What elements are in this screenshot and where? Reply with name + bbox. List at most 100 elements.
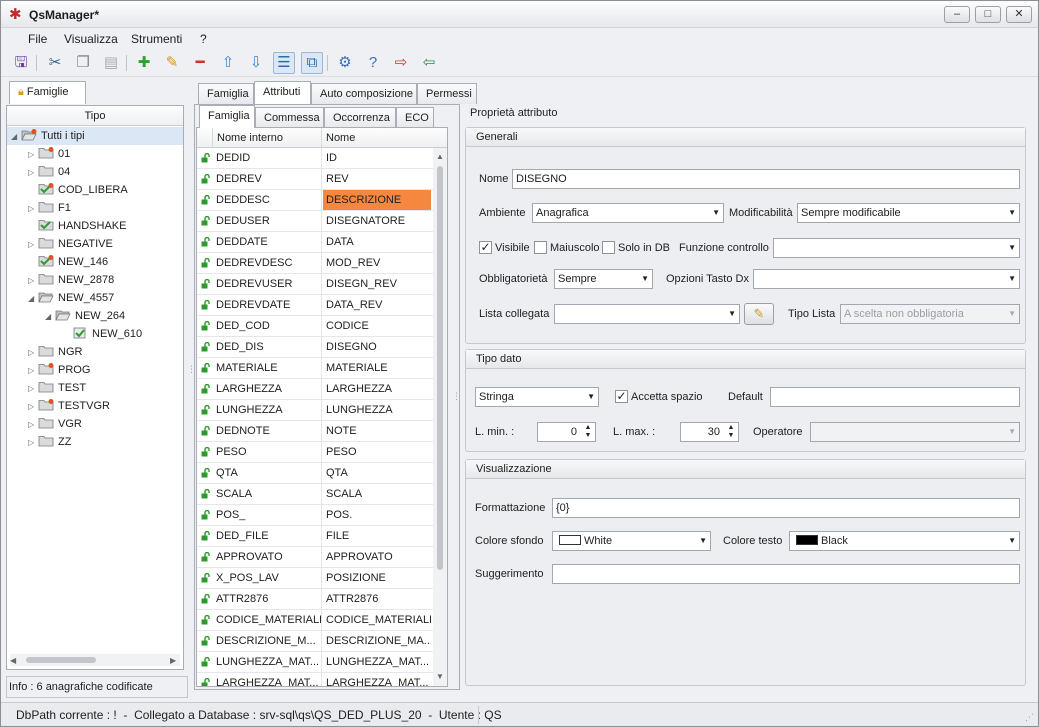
cell-nome-interno[interactable]: LARGHEZZA — [213, 379, 322, 399]
tree-item-handshake[interactable]: HANDSHAKE — [7, 217, 183, 235]
table-row[interactable]: DEDREVUSER DISEGN_REV — [197, 274, 433, 295]
export-icon[interactable]: ⇨ — [390, 52, 412, 74]
remove-icon[interactable]: ━ — [189, 52, 211, 74]
tab-permessi[interactable]: Permessi — [417, 83, 477, 104]
cell-nome[interactable]: DESCRIZIONE — [323, 190, 431, 210]
cell-nome[interactable]: QTA — [323, 463, 431, 483]
cell-nome-interno[interactable]: CODICE_MATERIALE — [213, 610, 322, 630]
cell-nome[interactable]: CODICE_MATERIALE — [323, 610, 431, 630]
save-icon[interactable]: 🖫 — [10, 52, 32, 74]
menu-file[interactable]: File — [28, 32, 47, 46]
table-row[interactable]: LARGHEZZA_MAT... LARGHEZZA_MAT... — [197, 673, 433, 686]
tree-item-zz[interactable]: ▷ ZZ — [7, 433, 183, 451]
minimize-button[interactable]: – — [944, 6, 970, 23]
chevron-down-icon[interactable]: ◢ — [28, 290, 38, 308]
lista-collegata-select[interactable]: ▼ — [554, 304, 740, 324]
tree-item-prog[interactable]: ▷ PROG — [7, 361, 183, 379]
cell-nome-interno[interactable]: MATERIALE — [213, 358, 322, 378]
tree-item-cod-libera[interactable]: COD_LIBERA — [7, 181, 183, 199]
chevron-right-icon[interactable]: ▷ — [28, 398, 38, 416]
chevron-down-icon[interactable]: ◢ — [45, 308, 55, 326]
chevron-right-icon[interactable]: ▷ — [28, 272, 38, 290]
tree-scrollbar[interactable]: ◀ ▶ — [10, 654, 180, 666]
cell-nome[interactable]: APPROVATO — [323, 547, 431, 567]
ambiente-select[interactable]: Anagrafica ▼ — [532, 203, 724, 223]
list-view-icon[interactable]: ⧉ — [301, 52, 323, 74]
formattazione-input[interactable]: {0} — [552, 498, 1020, 518]
menu-visualizza[interactable]: Visualizza — [64, 32, 118, 46]
grid-scrollbar[interactable]: ▲ ▼ — [433, 148, 447, 686]
cell-nome-interno[interactable]: DEDDESC — [213, 190, 322, 210]
cell-nome[interactable]: POS. — [323, 505, 431, 525]
tree-item-new-2878[interactable]: ▷ NEW_2878 — [7, 271, 183, 289]
cell-nome-interno[interactable]: QTA — [213, 463, 322, 483]
cell-nome-interno[interactable]: DEDREV — [213, 169, 322, 189]
table-row[interactable]: ATTR2876 ATTR2876 — [197, 589, 433, 610]
cell-nome[interactable]: CODICE — [323, 316, 431, 336]
cell-nome[interactable]: ATTR2876 — [323, 589, 431, 609]
paste-icon[interactable]: ▤ — [100, 52, 122, 74]
close-button[interactable]: ✕ — [1006, 6, 1032, 23]
cell-nome[interactable]: NOTE — [323, 421, 431, 441]
lmax-stepper[interactable]: 30 ▲ ▼ — [680, 422, 739, 442]
chevron-right-icon[interactable]: ▷ — [28, 344, 38, 362]
tab-auto-composizione[interactable]: Auto composizione — [311, 83, 417, 104]
cell-nome-interno[interactable]: APPROVATO — [213, 547, 322, 567]
operatore-select[interactable]: ▼ — [810, 422, 1020, 442]
cell-nome[interactable]: SCALA — [323, 484, 431, 504]
table-row[interactable]: DEDREV REV — [197, 169, 433, 190]
cell-nome[interactable]: MOD_REV — [323, 253, 431, 273]
tree-item-new-146[interactable]: NEW_146 — [7, 253, 183, 271]
cell-nome-interno[interactable]: DEDUSER — [213, 211, 322, 231]
tab-attributi[interactable]: Attributi — [254, 81, 311, 104]
tree-item-vgr[interactable]: ▷ VGR — [7, 415, 183, 433]
suggerimento-input[interactable] — [552, 564, 1020, 584]
cell-nome-interno[interactable]: DEDNOTE — [213, 421, 322, 441]
chevron-right-icon[interactable]: ▷ — [28, 236, 38, 254]
spin-icon[interactable]: ▲ ▼ — [583, 424, 593, 440]
cell-nome[interactable]: DISEGNATORE — [323, 211, 431, 231]
cell-nome[interactable]: DATA_REV — [323, 295, 431, 315]
modificabilita-select[interactable]: Sempre modificabile ▼ — [797, 203, 1020, 223]
tree-item-negative[interactable]: ▷ NEGATIVE — [7, 235, 183, 253]
edit-list-button[interactable]: ✎ — [744, 303, 774, 325]
table-row[interactable]: CODICE_MATERIALE CODICE_MATERIALE — [197, 610, 433, 631]
import-icon[interactable]: ⇦ — [418, 52, 440, 74]
cell-nome[interactable]: DESCRIZIONE_MA... — [323, 631, 431, 651]
edit-icon[interactable]: ✎ — [161, 52, 183, 74]
tree-item-new-264[interactable]: ◢ NEW_264 — [7, 307, 183, 325]
maiuscolo-checkbox[interactable] — [534, 241, 547, 254]
table-row[interactable]: LUNGHEZZA LUNGHEZZA — [197, 400, 433, 421]
table-row[interactable]: DEDID ID — [197, 148, 433, 169]
cell-nome[interactable]: PESO — [323, 442, 431, 462]
grid-scroll-thumb[interactable] — [437, 166, 443, 570]
cell-nome[interactable]: DATA — [323, 232, 431, 252]
lmin-stepper[interactable]: 0 ▲ ▼ — [537, 422, 596, 442]
cell-nome-interno[interactable]: X_POS_LAV — [213, 568, 322, 588]
spin-icon[interactable]: ▲ ▼ — [726, 424, 736, 440]
cell-nome[interactable]: LARGHEZZA — [323, 379, 431, 399]
tree-item-test[interactable]: ▷ TEST — [7, 379, 183, 397]
cell-nome-interno[interactable]: LUNGHEZZA_MAT... — [213, 652, 322, 672]
cell-nome-interno[interactable]: DEDDATE — [213, 232, 322, 252]
cell-nome-interno[interactable]: DED_FILE — [213, 526, 322, 546]
funzione-controllo-select[interactable]: ▼ — [773, 238, 1020, 258]
cell-nome[interactable]: REV — [323, 169, 431, 189]
chevron-right-icon[interactable]: ▷ — [28, 200, 38, 218]
chevron-right-icon[interactable]: ▷ — [28, 164, 38, 182]
tab-famiglie[interactable]: 🔒︎ Famiglie — [9, 81, 86, 104]
chevron-right-icon[interactable]: ▷ — [28, 380, 38, 398]
tree-scroll-thumb[interactable] — [26, 657, 96, 663]
cell-nome-interno[interactable]: POS_ — [213, 505, 322, 525]
copy-icon[interactable]: ❐ — [72, 52, 94, 74]
cell-nome-interno[interactable]: ATTR2876 — [213, 589, 322, 609]
cell-nome-interno[interactable]: PESO — [213, 442, 322, 462]
cell-nome[interactable]: POSIZIONE — [323, 568, 431, 588]
cell-nome-interno[interactable]: DEDREVDATE — [213, 295, 322, 315]
maximize-button[interactable]: □ — [975, 6, 1001, 23]
cell-nome-interno[interactable]: DED_DIS — [213, 337, 322, 357]
subtab-famiglia[interactable]: Famiglia — [199, 105, 255, 128]
cut-icon[interactable]: ✂ — [44, 52, 66, 74]
tree-item-new-4557[interactable]: ◢ NEW_4557 — [7, 289, 183, 307]
colore-testo-select[interactable]: Black ▼ — [789, 531, 1020, 551]
